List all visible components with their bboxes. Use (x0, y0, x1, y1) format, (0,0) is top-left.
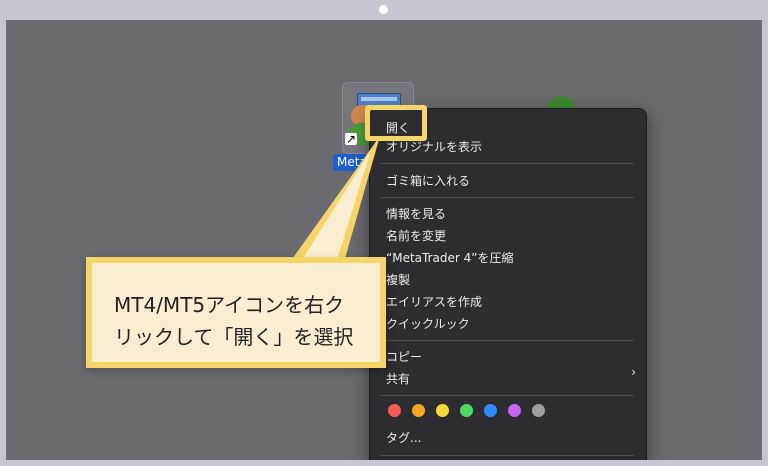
menu-separator (380, 395, 634, 396)
menu-item-get-info[interactable]: 情報を見る (386, 205, 446, 223)
tag-color-dot[interactable] (532, 404, 545, 417)
menu-item-duplicate[interactable]: 複製 (386, 271, 410, 289)
menu-item-make-alias[interactable]: エイリアスを作成 (386, 293, 482, 311)
callout-text: MT4/MT5アイコンを右ク リックして「開く」を選択 (114, 289, 376, 353)
menu-separator (380, 455, 634, 456)
callout-line-1: MT4/MT5アイコンを右ク (114, 293, 345, 317)
alias-arrow-icon: ↗ (345, 132, 358, 146)
menu-item-share[interactable]: 共有 (386, 370, 410, 388)
desktop-screen: ↗ Meta 開く オリジナルを表示 ゴミ箱に入れる 情報を見る 名前を変更 “… (6, 20, 762, 460)
tag-color-dot[interactable] (388, 404, 401, 417)
chevron-right-icon: › (631, 365, 636, 379)
tag-color-dot[interactable] (460, 404, 473, 417)
menu-item-tags[interactable]: タグ... (386, 429, 421, 447)
tag-color-dot[interactable] (412, 404, 425, 417)
menu-item-move-to-trash[interactable]: ゴミ箱に入れる (386, 172, 470, 190)
tag-color-dot[interactable] (508, 404, 521, 417)
device-frame: ↗ Meta 開く オリジナルを表示 ゴミ箱に入れる 情報を見る 名前を変更 “… (0, 0, 768, 466)
desktop-icon-label[interactable]: Meta (333, 154, 371, 171)
menu-separator (380, 340, 634, 341)
menu-separator (380, 163, 634, 164)
menu-item-copy[interactable]: コピー (386, 348, 422, 366)
open-item-highlight (365, 105, 427, 141)
camera-dot (379, 5, 388, 14)
menu-separator (380, 197, 634, 198)
tag-color-dot[interactable] (484, 404, 497, 417)
callout-line-2: リックして「開く」を選択 (114, 325, 354, 349)
menu-item-rename[interactable]: 名前を変更 (386, 227, 446, 245)
menu-item-compress[interactable]: “MetaTrader 4”を圧縮 (386, 249, 513, 267)
tag-color-dot[interactable] (436, 404, 449, 417)
instruction-callout: MT4/MT5アイコンを右ク リックして「開く」を選択 (86, 257, 386, 368)
menu-item-quick-look[interactable]: クイックルック (386, 315, 470, 333)
context-menu: 開く オリジナルを表示 ゴミ箱に入れる 情報を見る 名前を変更 “MetaTra… (369, 108, 647, 460)
